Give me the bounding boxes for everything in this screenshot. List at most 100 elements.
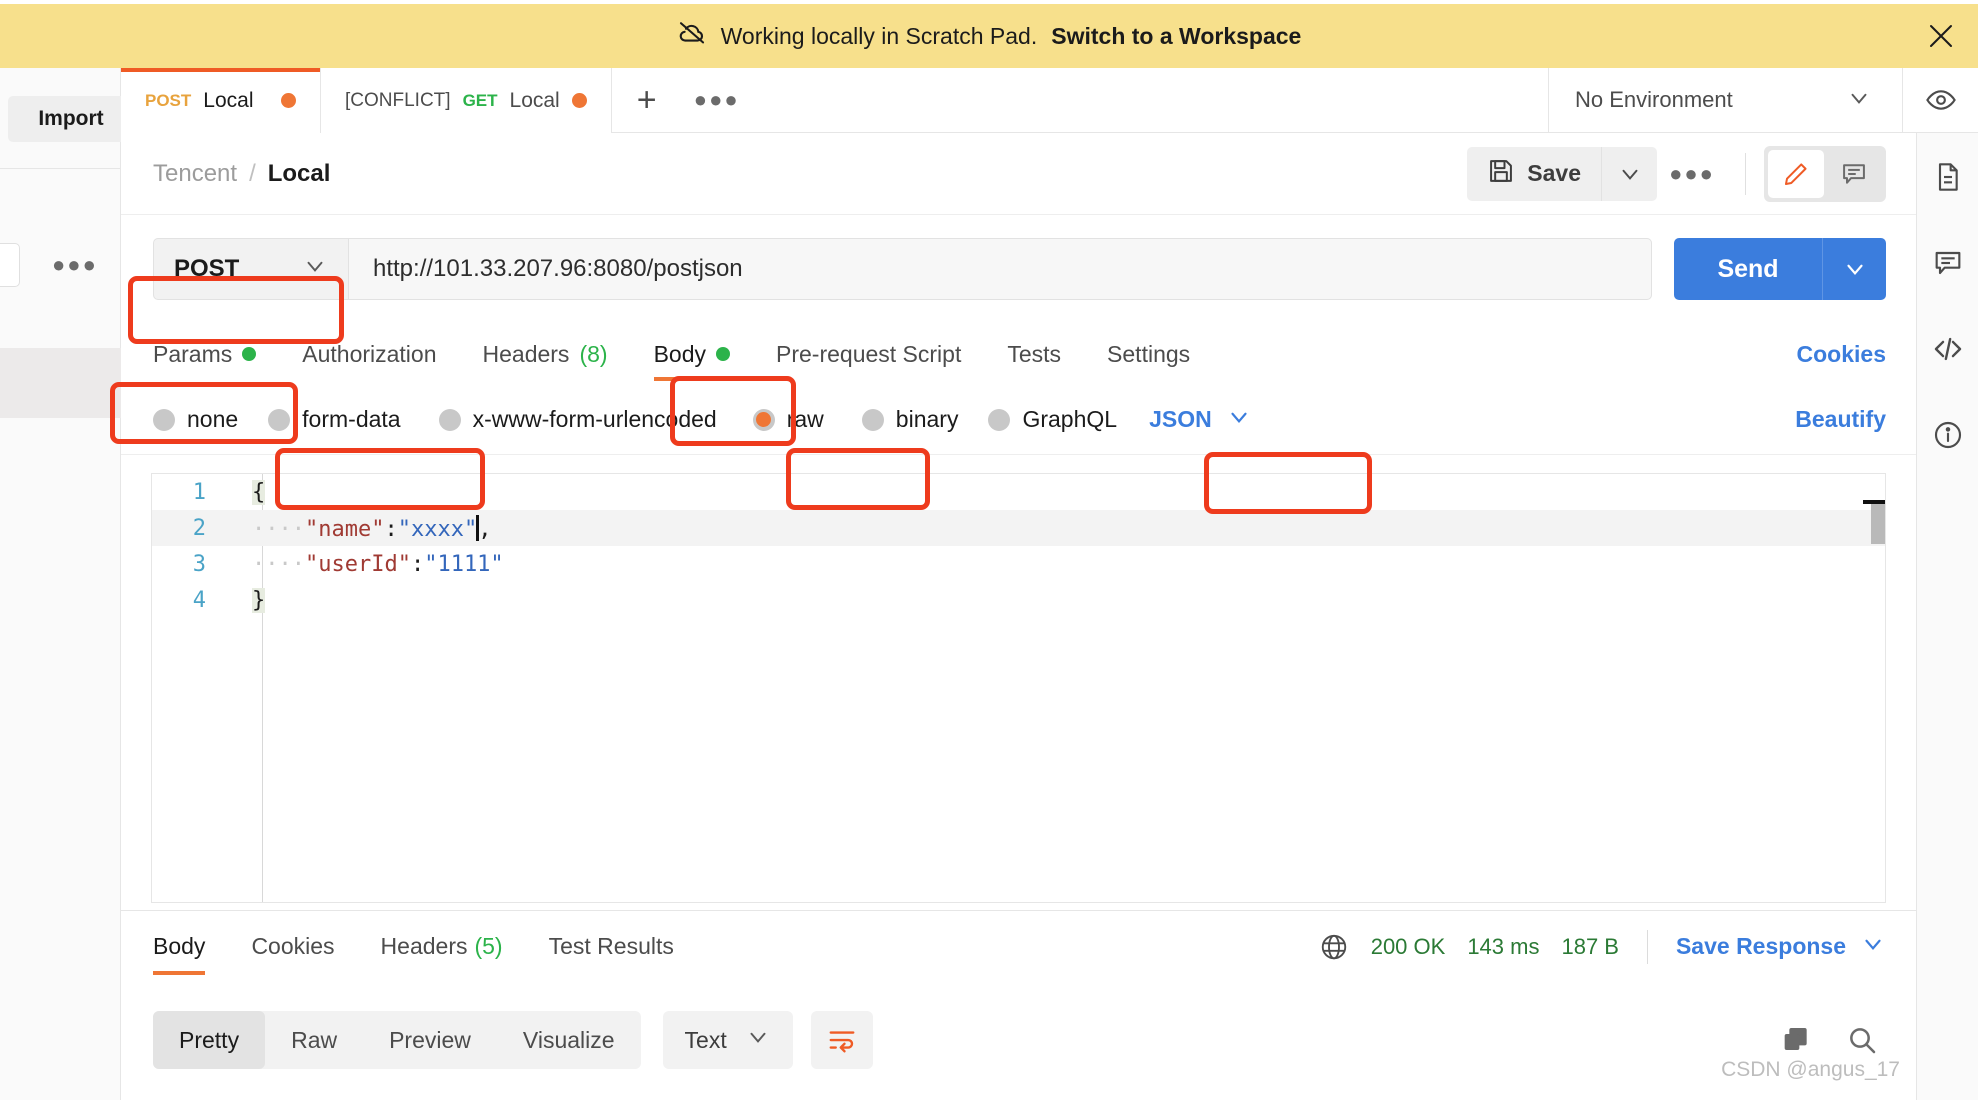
tab-label: Cookies (251, 933, 335, 959)
sidebar-search-input[interactable] (0, 243, 20, 287)
search-icon[interactable] (1846, 1024, 1878, 1056)
comment-icon[interactable] (1928, 243, 1968, 283)
banner-text: Working locally in Scratch Pad. (720, 22, 1038, 49)
eye-icon[interactable] (1902, 68, 1978, 132)
comment-icon[interactable] (1826, 150, 1882, 198)
view-raw[interactable]: Raw (265, 1011, 363, 1069)
tab-pre-request-script[interactable]: Pre-request Script (776, 323, 961, 385)
code-token-value: "1111" (424, 551, 504, 577)
code-token-colon: : (384, 516, 398, 542)
chevron-down-icon (745, 1024, 771, 1056)
response-time: 143 ms (1467, 933, 1540, 959)
response-view-segmented-control: Pretty Raw Preview Visualize (153, 1011, 641, 1069)
tab-overflow-ellipsis-icon[interactable]: ●●● (682, 68, 752, 132)
tab-method-label: GET (462, 90, 498, 110)
body-type-label: form-data (302, 406, 401, 432)
send-button[interactable]: Send (1674, 238, 1822, 300)
request-tab-bar: POST Local [CONFLICT] GET Local + ●●● No… (121, 68, 1978, 133)
body-type-raw[interactable]: raw (752, 406, 824, 433)
status-divider (1646, 929, 1648, 964)
breadcrumb-parent[interactable]: Tencent (153, 160, 237, 188)
body-type-none[interactable]: none (153, 406, 238, 433)
view-label: Pretty (179, 1026, 240, 1053)
radio-icon (988, 408, 1011, 431)
radio-icon (268, 408, 291, 431)
send-label: Send (1717, 254, 1779, 283)
body-type-x-www-form-urlencoded[interactable]: x-www-form-urlencoded (438, 406, 717, 433)
body-type-binary[interactable]: binary (861, 406, 958, 433)
code-token-brace: } (252, 587, 266, 613)
view-preview[interactable]: Preview (363, 1011, 497, 1069)
switch-workspace-link[interactable]: Switch to a Workspace (1051, 23, 1301, 50)
params-indicator-dot (242, 347, 257, 361)
code-token-comma: , (478, 516, 492, 542)
view-pretty[interactable]: Pretty (153, 1011, 266, 1069)
info-icon[interactable] (1928, 415, 1968, 455)
request-body-editor[interactable]: 1 { 2 ····"name":"xxxx", 3 ····"userId":… (151, 473, 1886, 903)
save-response-label: Save Response (1675, 933, 1846, 959)
code-indent: ···· (252, 516, 305, 542)
response-view-toolbar: Pretty Raw Preview Visualize Text (121, 990, 1916, 1090)
body-type-graphql[interactable]: GraphQL (988, 406, 1117, 433)
editor-line: 1 { (152, 474, 1885, 510)
save-dropdown-chevron-down-icon[interactable] (1601, 146, 1657, 201)
environment-selector[interactable]: No Environment (1548, 68, 1978, 132)
pencil-icon[interactable] (1768, 149, 1824, 198)
status-code: 200 OK (1370, 933, 1446, 959)
editor-scrollbar[interactable] (1871, 504, 1885, 544)
tab-post-local[interactable]: POST Local (121, 68, 321, 133)
send-dropdown-chevron-down-icon[interactable] (1822, 238, 1886, 300)
tab-settings[interactable]: Settings (1107, 323, 1190, 385)
chevron-down-icon (302, 253, 328, 286)
http-method-select[interactable]: POST (153, 238, 349, 300)
tab-headers[interactable]: Headers (8) (483, 323, 608, 385)
response-tab-body[interactable]: Body (153, 911, 206, 983)
tab-label: Pre-request Script (776, 340, 962, 367)
response-tab-cookies[interactable]: Cookies (251, 911, 334, 983)
body-type-label: GraphQL (1022, 406, 1118, 432)
response-format-value: Text (684, 1026, 727, 1053)
chevron-down-icon[interactable] (1846, 85, 1872, 116)
word-wrap-icon[interactable] (810, 1011, 873, 1069)
import-button[interactable]: Import (8, 96, 134, 142)
line-number: 4 (192, 587, 206, 613)
response-format-select[interactable]: Text (662, 1011, 793, 1069)
tab-body[interactable]: Body (653, 323, 731, 385)
sidebar-more-icon[interactable]: ●●● (52, 254, 98, 276)
response-section-tabs: Body Cookies Headers (5) Test Results 20… (121, 910, 1916, 982)
environment-label: No Environment (1575, 87, 1733, 112)
toolbar-divider (1745, 152, 1746, 195)
new-tab-plus-icon[interactable]: + (612, 68, 682, 132)
sidebar-collection-row[interactable] (0, 348, 121, 418)
body-type-form-data[interactable]: form-data (268, 406, 401, 433)
tab-tests[interactable]: Tests (1007, 323, 1061, 385)
body-format-select[interactable]: JSON (1149, 404, 1252, 436)
beautify-link[interactable]: Beautify (1795, 406, 1886, 433)
url-value: http://101.33.207.96:8080/postjson (373, 255, 743, 282)
response-tab-test-results[interactable]: Test Results (549, 911, 674, 983)
url-input[interactable]: http://101.33.207.96:8080/postjson (349, 238, 1652, 300)
copy-icon[interactable] (1780, 1024, 1812, 1056)
code-token-key: "name" (304, 516, 385, 542)
tab-params[interactable]: Params (153, 323, 257, 385)
floppy-disk-icon (1487, 157, 1515, 191)
request-actions: Save ●●● (1467, 145, 1916, 202)
cookies-link[interactable]: Cookies (1797, 341, 1886, 368)
response-tab-headers[interactable]: Headers (5) (381, 911, 503, 983)
tab-authorization[interactable]: Authorization (302, 323, 436, 385)
save-response-button[interactable]: Save Response (1676, 931, 1886, 963)
request-more-ellipsis-icon[interactable]: ●●● (1657, 147, 1727, 201)
tab-conflict-get-local[interactable]: [CONFLICT] GET Local (321, 68, 612, 133)
body-type-label: raw (786, 406, 824, 432)
response-headers-count: (5) (474, 933, 503, 959)
editor-scroll-marker (1863, 500, 1885, 504)
view-visualize[interactable]: Visualize (497, 1011, 641, 1069)
line-number: 1 (192, 479, 206, 505)
import-label: Import (38, 107, 104, 130)
code-icon[interactable] (1928, 329, 1968, 369)
banner-close-icon[interactable] (1922, 17, 1960, 55)
radio-icon (861, 408, 884, 431)
tab-label: Body (153, 933, 206, 959)
document-icon[interactable] (1928, 157, 1968, 197)
save-button[interactable]: Save (1467, 146, 1601, 201)
